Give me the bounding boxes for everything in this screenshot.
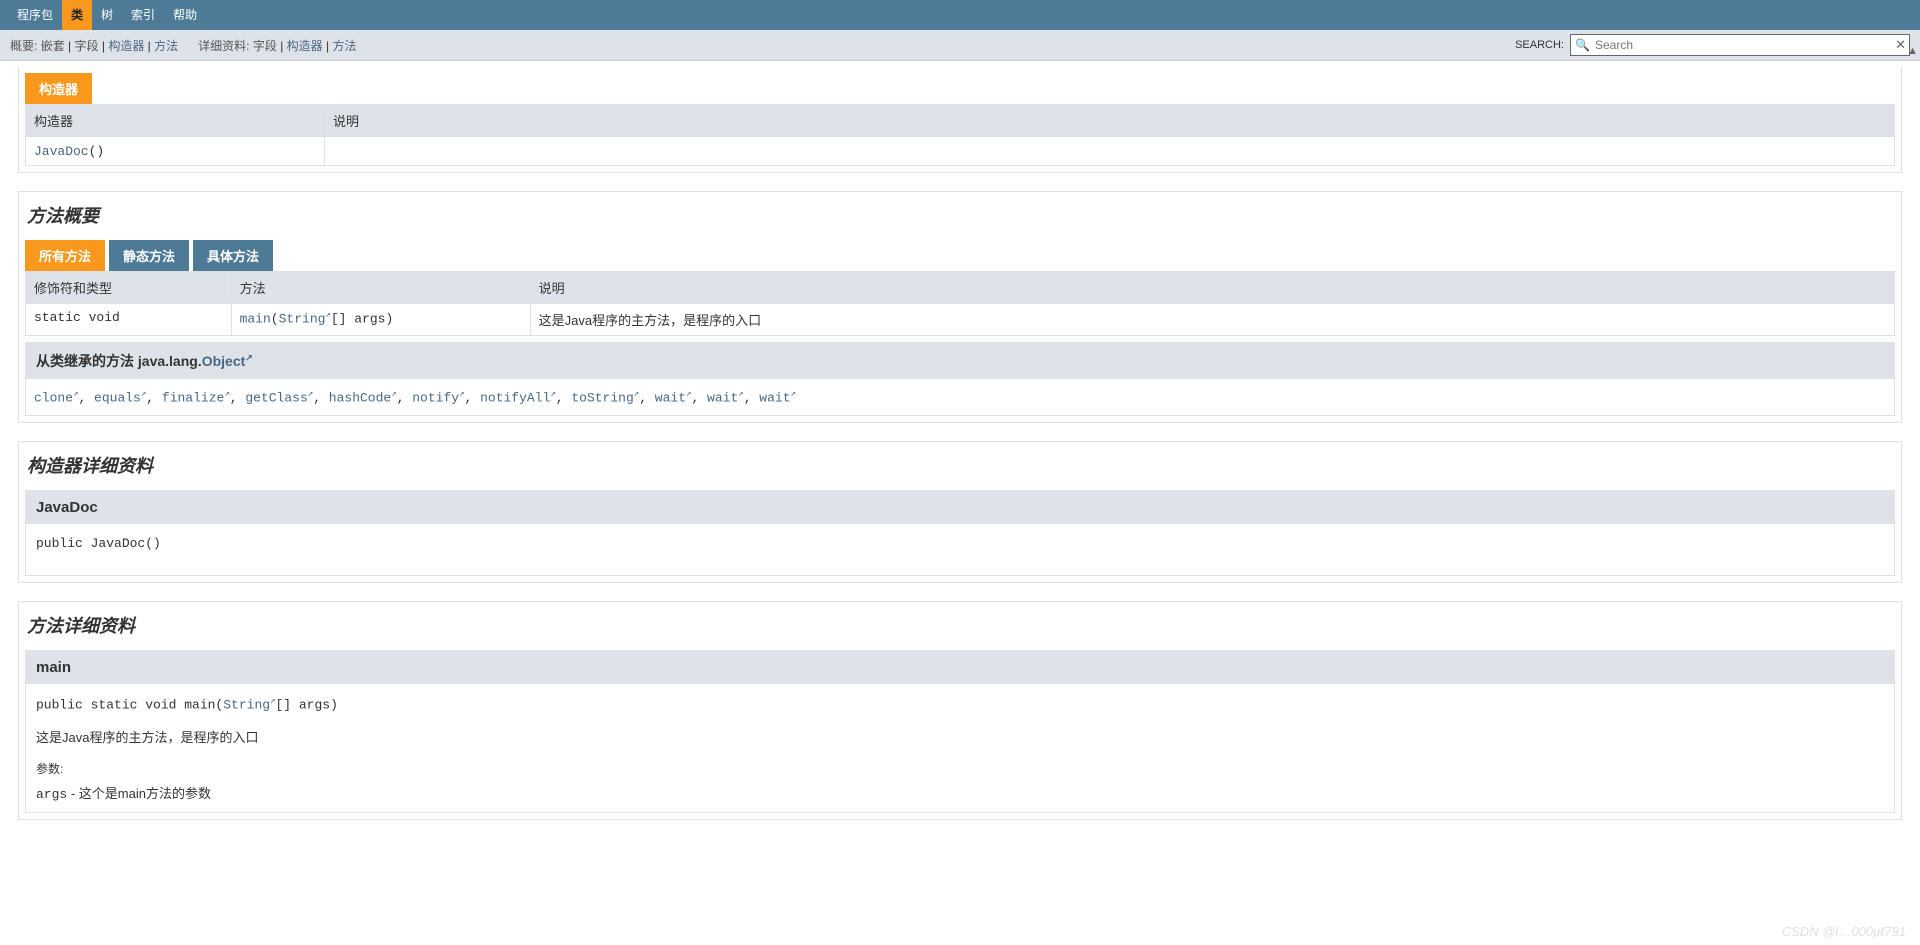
detail-field: 字段 xyxy=(253,39,277,53)
external-icon: ↗ xyxy=(550,389,555,399)
watermark: CSDN @l…000μℓ791 xyxy=(1782,924,1906,939)
constructor-desc xyxy=(325,137,1895,166)
constructor-detail-box: JavaDoc public JavaDoc() xyxy=(25,490,1895,576)
subnav-left: 概要: 嵌套 | 字段 | 构造器 | 方法 详细资料: 字段 | 构造器 | … xyxy=(10,37,356,54)
method-detail-desc: 这是Java程序的主方法，是程序的入口 xyxy=(36,727,1884,746)
search-label: SEARCH: xyxy=(1515,39,1564,51)
inherited-method-link[interactable]: wait xyxy=(707,390,738,405)
col-constructor: 构造器 xyxy=(26,105,325,137)
search-icon: 🔍 xyxy=(1575,38,1590,52)
inherited-method-link[interactable]: clone xyxy=(34,390,73,405)
inherited-method-link[interactable]: wait xyxy=(655,390,686,405)
method-desc: 这是Java程序的主方法，是程序的入口 xyxy=(530,304,1894,336)
constructor-tabs: 构造器 xyxy=(25,73,1895,104)
nav-package[interactable]: 程序包 xyxy=(8,0,62,30)
inherited-heading: 从类继承的方法 java.lang.Object↗ xyxy=(26,343,1894,379)
external-icon: ↗ xyxy=(245,352,253,362)
inherited-method-link[interactable]: getClass xyxy=(245,390,307,405)
constructor-link[interactable]: JavaDoc xyxy=(34,144,89,159)
method-sig: main(String↗[] args) xyxy=(231,304,530,336)
search-box: 🔍 ✕ xyxy=(1570,34,1910,56)
nav-tree[interactable]: 树 xyxy=(92,0,122,30)
external-icon: ↗ xyxy=(73,389,78,399)
method-detail-section: 方法详细资料 main public static void main(Stri… xyxy=(18,601,1902,819)
inherited-list: clone↗, equals↗, finalize↗, getClass↗, h… xyxy=(26,379,1894,415)
nav-class[interactable]: 类 xyxy=(62,0,92,30)
method-detail-title: 方法详细资料 xyxy=(27,612,1895,638)
method-modifiers: static void xyxy=(26,304,232,336)
param-line: args - 这个是main方法的参数 xyxy=(36,783,1884,802)
external-icon: ↗ xyxy=(686,389,691,399)
detail-constructor-link[interactable]: 构造器 xyxy=(287,39,323,53)
constructor-table: 构造器 说明 JavaDoc() xyxy=(25,104,1895,166)
external-icon: ↗ xyxy=(391,389,396,399)
nav-index[interactable]: 索引 xyxy=(122,0,164,30)
top-nav: 程序包 类 树 索引 帮助 xyxy=(0,0,1920,30)
external-icon: ↗ xyxy=(459,389,464,399)
clear-icon[interactable]: ✕ xyxy=(1895,37,1906,53)
inherited-method-link[interactable]: toString xyxy=(571,390,633,405)
inherited-method-link[interactable]: hashCode xyxy=(329,390,391,405)
sig-type-link[interactable]: String xyxy=(223,698,270,713)
external-icon: ↗ xyxy=(738,389,743,399)
overview-constructor-link[interactable]: 构造器 xyxy=(108,39,144,53)
method-summary-section: 方法概要 所有方法 静态方法 具体方法 修饰符和类型 方法 说明 static … xyxy=(18,191,1902,423)
constructor-detail-title: 构造器详细资料 xyxy=(27,452,1895,478)
col-desc: 说明 xyxy=(325,105,1895,137)
object-link[interactable]: Object xyxy=(202,353,246,369)
tab-concrete-methods[interactable]: 具体方法 xyxy=(193,240,273,271)
overview-field: 字段 xyxy=(75,39,99,53)
external-icon: ↗ xyxy=(141,389,146,399)
sub-nav: 概要: 嵌套 | 字段 | 构造器 | 方法 详细资料: 字段 | 构造器 | … xyxy=(0,30,1920,61)
main-content: 构造器 构造器 说明 JavaDoc() 方法概要 所有方法 静态方法 具体方法… xyxy=(18,67,1902,820)
method-tabs: 所有方法 静态方法 具体方法 xyxy=(25,240,1895,271)
detail-label: 详细资料: xyxy=(198,39,249,53)
params-label: 参数: xyxy=(36,760,1884,777)
nav-help[interactable]: 帮助 xyxy=(164,0,206,30)
scrollbar-up-icon[interactable]: ▲ xyxy=(1907,45,1918,57)
overview-method-link[interactable]: 方法 xyxy=(154,39,178,53)
constructor-detail-section: 构造器详细资料 JavaDoc public JavaDoc() xyxy=(18,441,1902,583)
table-row: static void main(String↗[] args) 这是Java程… xyxy=(26,304,1895,336)
inherited-method-link[interactable]: equals xyxy=(94,390,141,405)
method-table: 修饰符和类型 方法 说明 static void main(String↗[] … xyxy=(25,271,1895,336)
inherited-methods: 从类继承的方法 java.lang.Object↗ clone↗, equals… xyxy=(25,342,1895,416)
tab-constructors[interactable]: 构造器 xyxy=(25,73,92,104)
inherited-method-link[interactable]: wait xyxy=(759,390,790,405)
constructor-summary-section: 构造器 构造器 说明 JavaDoc() xyxy=(18,67,1902,173)
constructor-signature: public JavaDoc() xyxy=(36,536,1884,551)
search-wrap: SEARCH: 🔍 ✕ xyxy=(1515,34,1910,56)
inherited-method-link[interactable]: finalize xyxy=(162,390,224,405)
search-input[interactable] xyxy=(1570,34,1910,56)
col-method: 方法 xyxy=(231,272,530,304)
inherited-method-link[interactable]: notifyAll xyxy=(480,390,550,405)
external-icon: ↗ xyxy=(308,389,313,399)
overview-nested: 嵌套 xyxy=(41,39,65,53)
col-modifiers: 修饰符和类型 xyxy=(26,272,232,304)
constructor-suffix: () xyxy=(89,144,105,159)
method-summary-title: 方法概要 xyxy=(27,202,1895,228)
method-name-link[interactable]: main xyxy=(240,311,271,326)
param-type-link[interactable]: String xyxy=(279,311,326,326)
table-row: JavaDoc() xyxy=(26,137,1895,166)
overview-label: 概要: xyxy=(10,39,37,53)
external-icon: ↗ xyxy=(224,389,229,399)
inherited-method-link[interactable]: notify xyxy=(412,390,459,405)
detail-method-link[interactable]: 方法 xyxy=(332,39,356,53)
method-signature: public static void main(String↗[] args) xyxy=(36,696,1884,712)
external-icon: ↗ xyxy=(634,389,639,399)
tab-all-methods[interactable]: 所有方法 xyxy=(25,240,105,271)
external-icon: ↗ xyxy=(791,389,796,399)
constructor-detail-head: JavaDoc xyxy=(26,491,1894,524)
col-method-desc: 说明 xyxy=(530,272,1894,304)
method-detail-box: main public static void main(String↗[] a… xyxy=(25,650,1895,812)
tab-static-methods[interactable]: 静态方法 xyxy=(109,240,189,271)
method-detail-head: main xyxy=(26,651,1894,684)
